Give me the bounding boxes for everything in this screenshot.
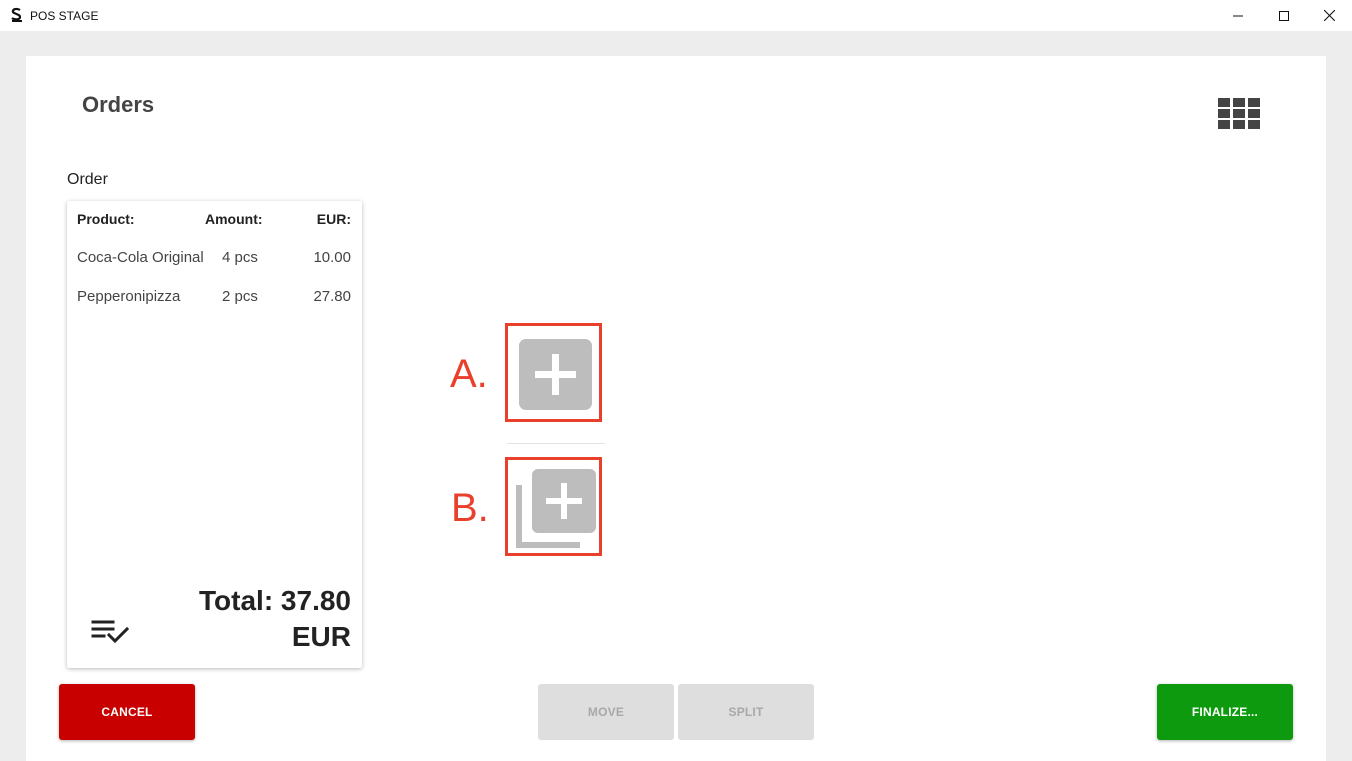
order-table-header: Product: Amount: EUR: xyxy=(67,211,362,231)
order-total: Total: 37.80 EUR xyxy=(199,583,351,655)
column-amount: Amount: xyxy=(205,211,263,227)
add-multiple-icon[interactable] xyxy=(514,467,598,551)
annotation-marker-a: A. xyxy=(450,352,488,396)
order-total-currency: EUR xyxy=(291,621,351,652)
order-card: Product: Amount: EUR: Coca-Cola Original… xyxy=(67,201,362,668)
app-logo-icon xyxy=(11,7,22,22)
column-eur: EUR: xyxy=(316,211,351,227)
order-row[interactable]: Pepperonipizza 2 pcs 27.80 xyxy=(67,288,362,308)
grid-view-icon[interactable] xyxy=(1218,98,1260,130)
order-label: Order xyxy=(67,171,108,188)
add-square-icon[interactable] xyxy=(519,339,592,410)
window-titlebar: POS STAGE xyxy=(0,0,1352,31)
order-total-amount: Total: 37.80 xyxy=(199,585,351,616)
order-row-eur: 27.80 xyxy=(313,288,351,305)
order-row[interactable]: Coca-Cola Original 4 pcs 10.00 xyxy=(67,249,362,269)
minimize-icon xyxy=(1233,15,1243,16)
page-title: Orders xyxy=(82,92,155,117)
close-icon xyxy=(1323,10,1335,21)
move-button[interactable]: MOVE xyxy=(538,684,674,740)
divider xyxy=(507,443,605,444)
checklist-icon[interactable] xyxy=(91,619,129,645)
maximize-icon xyxy=(1279,10,1289,21)
column-product: Product: xyxy=(77,211,135,227)
window-title: POS STAGE xyxy=(30,9,99,23)
split-button[interactable]: SPLIT xyxy=(678,684,814,740)
close-button[interactable] xyxy=(1306,0,1352,31)
minimize-button[interactable] xyxy=(1215,0,1261,31)
maximize-button[interactable] xyxy=(1261,0,1307,31)
annotation-marker-b: B. xyxy=(451,486,489,530)
order-row-amount: 4 pcs xyxy=(222,249,258,266)
finalize-button[interactable]: FINALIZE... xyxy=(1157,684,1293,740)
order-row-eur: 10.00 xyxy=(313,249,351,266)
order-row-product: Coca-Cola Original xyxy=(77,249,204,266)
cancel-button[interactable]: CANCEL xyxy=(59,684,195,740)
order-row-product: Pepperonipizza xyxy=(77,288,181,305)
order-row-amount: 2 pcs xyxy=(222,288,258,305)
